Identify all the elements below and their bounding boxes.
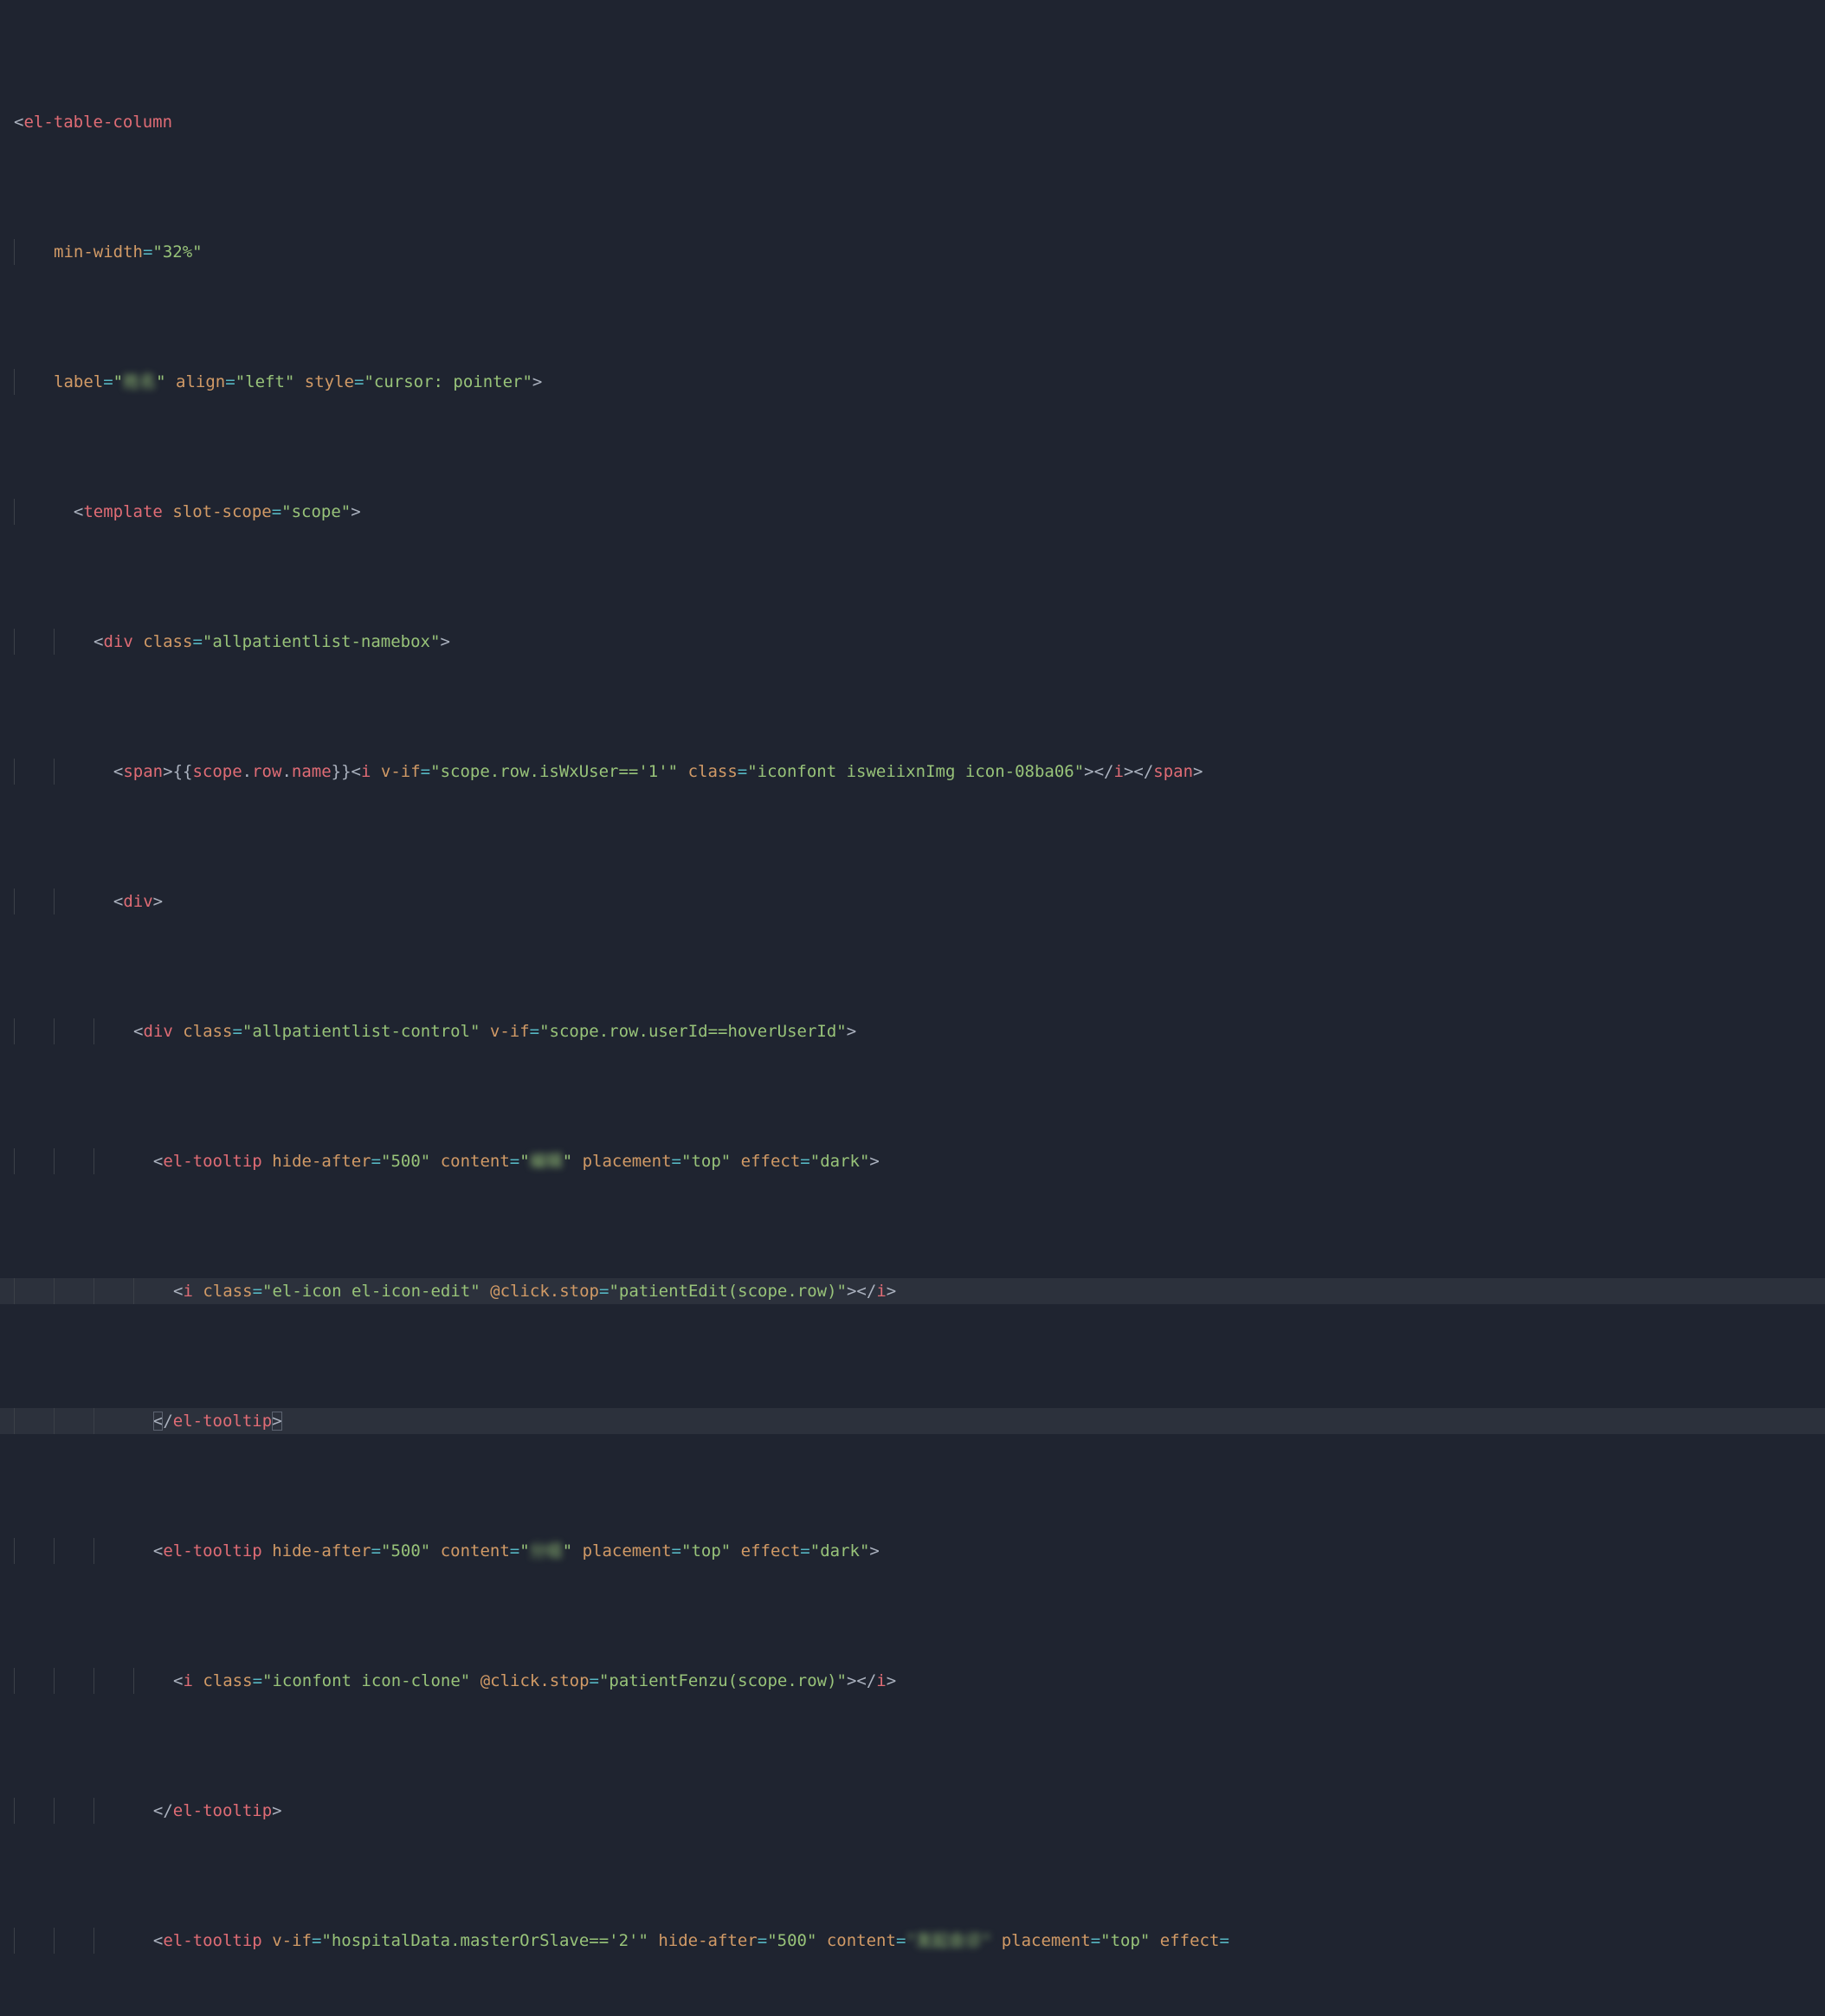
code-line[interactable]: <div class="allpatientlist-control" v-if…	[0, 1018, 1825, 1044]
code-line[interactable]: <div>	[0, 888, 1825, 914]
code-line[interactable]: <div class="allpatientlist-namebox">	[0, 629, 1825, 655]
code-text: <div>	[94, 888, 1825, 914]
code-line[interactable]: <span>{{scope.row.name}}<i v-if="scope.r…	[0, 759, 1825, 785]
code-line[interactable]: <el-tooltip v-if="hospitalData.masterOrS…	[0, 1928, 1825, 1954]
code-text: <el-tooltip v-if="hospitalData.masterOrS…	[133, 1928, 1825, 1954]
code-line[interactable]: min-width="32%"	[0, 239, 1825, 265]
code-text: <div class="allpatientlist-namebox">	[94, 629, 1825, 655]
code-text: min-width="32%"	[54, 239, 1825, 265]
code-line[interactable]: <i class="el-icon el-icon-edit" @click.s…	[0, 1278, 1825, 1304]
code-text: <el-table-column	[14, 109, 1825, 135]
code-line[interactable]: <el-tooltip hide-after="500" content="分组…	[0, 1538, 1825, 1564]
code-text: <span>{{scope.row.name}}<i v-if="scope.r…	[94, 759, 1825, 785]
code-line[interactable]: </el-tooltip>	[0, 1408, 1825, 1434]
code-line[interactable]: label="姓名" align="left" style="cursor: p…	[0, 369, 1825, 395]
code-line[interactable]: </el-tooltip>	[0, 1798, 1825, 1824]
code-text: <div class="allpatientlist-control" v-if…	[133, 1018, 1825, 1044]
code-text: <i class="iconfont icon-clone" @click.st…	[173, 1668, 1825, 1694]
code-editor[interactable]: <el-table-column min-width="32%" label="…	[0, 0, 1825, 2016]
code-text: label="姓名" align="left" style="cursor: p…	[54, 369, 1825, 395]
code-text: <el-tooltip hide-after="500" content="编辑…	[133, 1148, 1825, 1174]
code-text: <el-tooltip hide-after="500" content="分组…	[133, 1538, 1825, 1564]
code-line[interactable]: <i class="iconfont icon-clone" @click.st…	[0, 1668, 1825, 1694]
code-text: <template slot-scope="scope">	[54, 499, 1825, 525]
code-text: </el-tooltip>	[133, 1798, 1825, 1824]
code-text: </el-tooltip>	[133, 1408, 1825, 1434]
code-line[interactable]: <el-tooltip hide-after="500" content="编辑…	[0, 1148, 1825, 1174]
code-text: <i class="el-icon el-icon-edit" @click.s…	[173, 1278, 1825, 1304]
code-line[interactable]: <template slot-scope="scope">	[0, 499, 1825, 525]
code-line[interactable]: <el-table-column	[0, 109, 1825, 135]
